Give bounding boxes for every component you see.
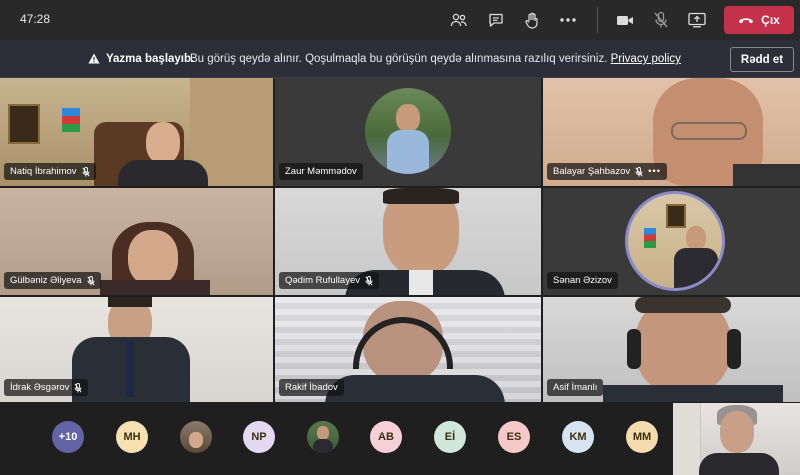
- person-hair: [383, 188, 459, 204]
- person-tie: [126, 341, 134, 397]
- participant-name: Asif İmanlı: [553, 382, 598, 393]
- glasses: [671, 122, 747, 140]
- mic-off-icon: [87, 275, 95, 285]
- hang-up-icon: [739, 18, 754, 24]
- person-head: [720, 411, 754, 453]
- hand-icon: [525, 12, 538, 29]
- participant-label: Natiq İbrahimov: [4, 163, 96, 180]
- participant-label: İdrak Əsgərov: [4, 379, 89, 396]
- flag: [62, 108, 80, 132]
- participant-label: Sənan Əzizov: [547, 272, 618, 289]
- participant-name: Balayar Şahbazov: [553, 166, 631, 177]
- person-suit: [603, 385, 783, 402]
- mic-off-icon: [81, 166, 90, 176]
- participant-avatar[interactable]: Eİ: [434, 421, 466, 453]
- participant-photo-avatar[interactable]: [180, 421, 212, 453]
- more-actions-button[interactable]: [555, 8, 581, 32]
- warning-icon: [88, 53, 100, 64]
- video-tile[interactable]: Balayar Şahbazov •••: [543, 78, 800, 186]
- mic-off-icon: [74, 382, 82, 392]
- participant-name: Zaur Məmmədov: [285, 166, 357, 177]
- person-hair: [108, 297, 152, 307]
- participant-photo-avatar[interactable]: [307, 421, 339, 453]
- privacy-policy-link[interactable]: Privacy policy: [611, 53, 681, 65]
- avatar-photo: [625, 191, 725, 291]
- camera-button[interactable]: [612, 8, 638, 32]
- participant-label: Qədim Rufullayev: [279, 272, 379, 289]
- chat-button[interactable]: [483, 8, 509, 32]
- participant-name: Sənan Əzizov: [553, 275, 612, 286]
- participant-name: Qədim Rufullayev: [285, 275, 360, 286]
- recording-notice-text: Bu görüş qeydə alınır. Qoşulmaqla bu gör…: [190, 53, 608, 65]
- share-screen-button[interactable]: [684, 8, 710, 32]
- more-icon[interactable]: •••: [648, 163, 661, 180]
- participant-name: Natiq İbrahimov: [10, 166, 77, 177]
- video-tile[interactable]: Zaur Məmmədov: [275, 78, 541, 186]
- video-tile[interactable]: Sənan Əzizov: [543, 188, 800, 295]
- leave-label: Çıx: [761, 13, 780, 27]
- participant-name: İdrak Əsgərov: [10, 382, 70, 393]
- person-suit: [699, 453, 779, 475]
- video-tile[interactable]: Qədim Rufullayev: [275, 188, 541, 295]
- decline-button[interactable]: Rədd et: [730, 47, 794, 72]
- person-head: [146, 122, 180, 164]
- camera-icon: [617, 15, 633, 25]
- participant-avatar[interactable]: MM: [626, 421, 658, 453]
- meeting-timer: 47:28: [20, 12, 51, 26]
- recording-notice: Bu görüş qeydə alınır. Qoşulmaqla bu gör…: [190, 53, 681, 65]
- people-icon: [450, 13, 467, 27]
- chat-icon: [489, 13, 503, 27]
- participant-label: Balayar Şahbazov •••: [547, 163, 668, 180]
- more-icon: [560, 18, 576, 22]
- video-tile[interactable]: Gülbəniz Əliyeva: [0, 188, 273, 295]
- headphones-right: [727, 329, 741, 369]
- leave-button[interactable]: Çıx: [724, 6, 794, 34]
- participant-avatar[interactable]: MH: [116, 421, 148, 453]
- participant-label: Gülbəniz Əliyeva: [4, 272, 101, 289]
- meeting-toolbar: 47:28 Çıx: [0, 0, 800, 40]
- participant-avatar[interactable]: NP: [243, 421, 275, 453]
- person-hair: [635, 297, 731, 313]
- participant-avatar[interactable]: KM: [562, 421, 594, 453]
- video-tile[interactable]: Natiq İbrahimov: [0, 78, 273, 186]
- microphone-button[interactable]: [648, 8, 674, 32]
- share-icon: [688, 12, 706, 28]
- person-suit: [325, 375, 505, 402]
- person-body: [100, 280, 210, 295]
- mic-off-icon: [635, 166, 643, 176]
- video-tile[interactable]: Rakif İbadov: [275, 297, 541, 402]
- video-tile[interactable]: Asif İmanlı: [543, 297, 800, 402]
- participant-label: Rakif İbadov: [279, 379, 344, 396]
- toolbar-divider: [597, 7, 598, 33]
- recording-title: Yazma başlayıb.: [106, 53, 195, 65]
- participant-avatar[interactable]: ES: [498, 421, 530, 453]
- portrait-frame: [8, 104, 40, 144]
- participant-name: Gülbəniz Əliyeva: [10, 275, 82, 286]
- participants-button[interactable]: [446, 8, 472, 32]
- person-collar: [409, 270, 433, 295]
- recording-banner: Yazma başlayıb. Bu görüş qeydə alınır. Q…: [0, 40, 800, 78]
- person-head: [128, 230, 178, 286]
- headphones: [627, 329, 641, 369]
- participant-label: Asif İmanlı: [547, 379, 604, 396]
- participant-label: Zaur Məmmədov: [279, 163, 363, 180]
- self-view[interactable]: [673, 403, 800, 475]
- more-participants-avatar[interactable]: +10: [52, 421, 84, 453]
- avatar-photo: [365, 88, 451, 174]
- video-tile[interactable]: İdrak Əsgərov: [0, 297, 273, 402]
- participant-name: Rakif İbadov: [285, 382, 338, 393]
- participant-avatar[interactable]: AB: [370, 421, 402, 453]
- raise-hand-button[interactable]: [519, 8, 545, 32]
- person-body: [118, 160, 208, 186]
- person-shirt: [733, 164, 800, 186]
- curtain: [673, 403, 701, 475]
- mic-off-icon: [365, 275, 373, 285]
- mic-off-icon: [654, 11, 668, 28]
